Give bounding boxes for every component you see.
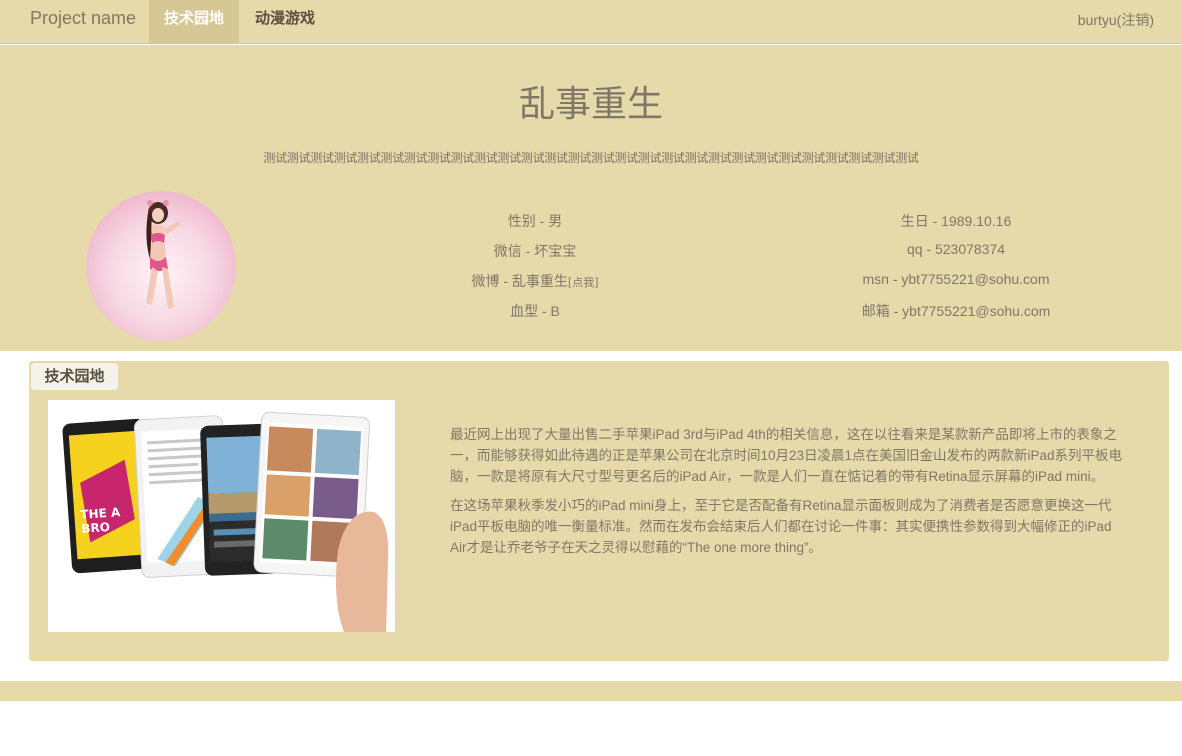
- avatar-figure-icon: [146, 200, 180, 309]
- brand-link[interactable]: Project name: [30, 8, 136, 29]
- article-paragraph: 最近网上出现了大量出售二手苹果iPad 3rd与iPad 4th的相关信息，这在…: [450, 427, 1123, 484]
- info-weibo-label: 微博 - 乱事重生: [471, 273, 568, 289]
- panel-label: 技术园地: [31, 363, 118, 390]
- tech-panel: 技术园地 THE A BRO 最近网上出现了大量出售二手苹果iPad 3rd与i…: [29, 361, 1169, 661]
- article-paragraph: 在这场苹果秋季发小巧的iPad mini身上，至于它是否配备有Retina显示面…: [450, 498, 1112, 555]
- svg-text:BRO: BRO: [81, 520, 111, 536]
- profile-hero: 乱事重生 测试测试测试测试测试测试测试测试测试测试测试测试测试测试测试测试测试测…: [0, 45, 1182, 351]
- user-logout-link[interactable]: burtyu(注销): [1078, 10, 1154, 30]
- avatar: [86, 191, 236, 341]
- svg-text:THE A: THE A: [80, 505, 121, 522]
- weibo-link[interactable]: [点我]: [568, 276, 599, 289]
- info-gender: 性别 - 男: [507, 213, 563, 229]
- info-wechat: 微信 - 坏宝宝: [493, 243, 577, 259]
- info-email: 邮箱 - ybt7755221@sohu.com: [861, 303, 1051, 319]
- tab-anime-games[interactable]: 动漫游戏: [240, 0, 330, 43]
- footer-band: [0, 681, 1182, 701]
- page-title: 乱事重生: [518, 84, 663, 125]
- tab-tech-garden[interactable]: 技术园地: [149, 0, 239, 43]
- info-birthday: 生日 - 1989.10.16: [900, 213, 1012, 229]
- info-blood-type: 血型 - B: [510, 303, 560, 319]
- ipad-devices-icon: THE A BRO: [48, 400, 395, 632]
- article-text: 最近网上出现了大量出售二手苹果iPad 3rd与iPad 4th的相关信息，这在…: [450, 424, 1130, 566]
- info-msn: msn - ybt7755221@sohu.com: [862, 271, 1050, 287]
- info-weibo: 微博 - 乱事重生[点我]: [420, 271, 650, 291]
- top-navbar: Project name 技术园地 动漫游戏 burtyu(注销): [0, 0, 1182, 44]
- article-image: THE A BRO: [48, 400, 395, 632]
- page-subtitle: 测试测试测试测试测试测试测试测试测试测试测试测试测试测试测试测试测试测试测试测试…: [263, 151, 919, 165]
- info-qq: qq - 523078374: [906, 241, 1006, 257]
